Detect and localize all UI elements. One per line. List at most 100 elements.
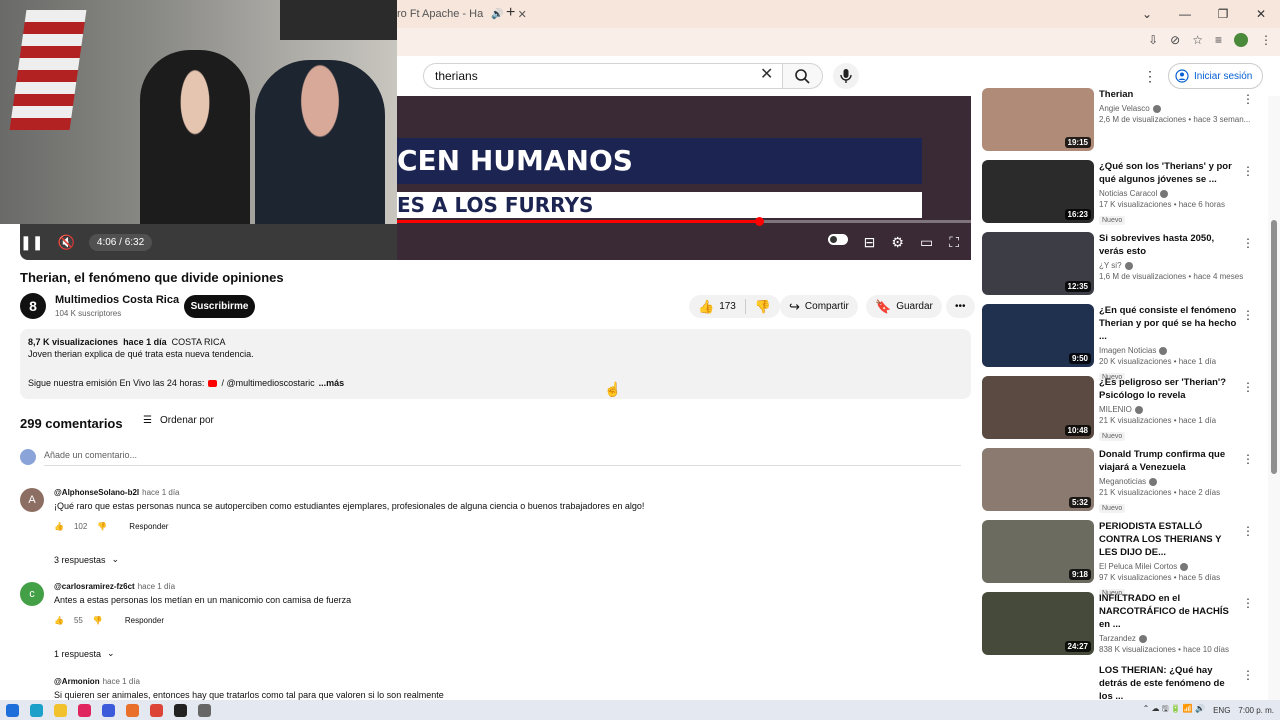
signin-button[interactable]: Iniciar sesión (1168, 63, 1264, 89)
share-button[interactable]: ↪ Compartir (780, 295, 858, 318)
clock[interactable]: 7:00 p. m. (1238, 706, 1274, 715)
more-actions-button[interactable]: ••• (946, 295, 975, 318)
related-video-item[interactable]: 24:27 INFILTRADO en el NARCOTRÁFICO de HA… (982, 592, 1258, 656)
video-options-icon[interactable]: ⋮ (1242, 380, 1254, 394)
tray-icons[interactable]: ⌃ ☁ 🖫 🔋 📶 🔊 (1143, 703, 1206, 717)
channel-name[interactable]: ¿Y si? (1099, 261, 1122, 270)
video-thumbnail[interactable]: 5:32 (982, 448, 1094, 511)
video-thumbnail[interactable]: 9:50 (982, 304, 1094, 367)
language-indicator[interactable]: ENG (1213, 706, 1230, 715)
subscribe-button[interactable]: Suscribirme (184, 295, 255, 318)
video-title[interactable]: Therian (1099, 88, 1239, 101)
browser-menu-icon[interactable]: ⋮ (1260, 33, 1272, 47)
extensions-icon[interactable]: ≡ (1215, 33, 1222, 47)
video-thumbnail[interactable]: 24:27 (982, 592, 1094, 655)
commenter-avatar[interactable]: c (20, 582, 44, 606)
speaker-icon[interactable]: 🔊 (491, 9, 503, 20)
video-player[interactable]: CEN HUMANOS ES A LOS FURRYS ⊟ ⚙ ▭ ⛶ (397, 96, 971, 260)
search-button[interactable] (783, 63, 823, 89)
description-box[interactable]: 8,7 K visualizaciones hace 1 día COSTA R… (20, 329, 971, 399)
channel-name[interactable]: Multimedios Costa Rica (55, 294, 179, 306)
video-options-icon[interactable]: ⋮ (1242, 524, 1254, 538)
video-title[interactable]: ¿En qué consiste el fenómeno Therian y p… (1099, 304, 1239, 343)
video-thumbnail[interactable]: 16:23 (982, 160, 1094, 223)
related-video-item[interactable]: 19:15 Therian Angie Velasco 2,6 M de visual… (982, 88, 1258, 152)
comment-dislike-icon[interactable]: 👎 (93, 616, 103, 625)
video-title[interactable]: INFILTRADO en el NARCOTRÁFICO de HACHÍS … (1099, 592, 1239, 631)
reply-button[interactable]: Responder (125, 616, 164, 625)
channel-name[interactable]: Angie Velasco (1099, 104, 1150, 113)
page-scrollbar[interactable] (1268, 96, 1280, 700)
channel-name[interactable]: Imagen Noticias (1099, 346, 1156, 355)
close-tab-icon[interactable]: ✕ (518, 8, 527, 21)
theater-mode-icon[interactable]: ▭ (920, 234, 933, 251)
file-explorer-icon[interactable] (54, 703, 67, 717)
app-red-icon[interactable] (78, 703, 91, 717)
edge-icon[interactable] (30, 703, 43, 717)
close-window-button[interactable]: ✕ (1242, 0, 1280, 28)
related-video-item[interactable]: 9:18 PERIODISTA ESTALLÓ CONTRA LOS THERIA… (982, 520, 1258, 598)
tracking-icon[interactable]: ⊘ (1170, 33, 1180, 47)
new-tab-button[interactable]: + (506, 4, 515, 22)
dislike-button[interactable]: 👎 (746, 300, 780, 313)
view-replies-button[interactable]: 1 respuesta ⌄ (54, 648, 115, 659)
channel-name[interactable]: MILENIO (1099, 405, 1132, 414)
channel-name[interactable]: Tarzandez (1099, 634, 1136, 643)
save-button[interactable]: 🔖 Guardar (866, 295, 942, 318)
obs-icon[interactable] (174, 703, 187, 717)
search-input[interactable]: therians (423, 63, 783, 89)
related-video-item[interactable]: 10:48 ¿Es peligroso ser 'Therian'? Psicól… (982, 376, 1258, 441)
video-title[interactable]: Si sobrevives hasta 2050, verás esto (1099, 232, 1239, 258)
view-replies-button[interactable]: 3 respuestas ⌄ (54, 554, 119, 565)
channel-avatar[interactable]: 8 (20, 293, 46, 319)
settings-app-icon[interactable] (198, 703, 211, 717)
channel-name[interactable]: El Peluca Milei Cortos (1099, 562, 1177, 571)
bookmark-star-icon[interactable]: ☆ (1192, 33, 1203, 47)
video-title[interactable]: ¿Es peligroso ser 'Therian'? Psicólogo l… (1099, 376, 1239, 402)
video-options-icon[interactable]: ⋮ (1242, 236, 1254, 250)
video-title[interactable]: PERIODISTA ESTALLÓ CONTRA LOS THERIANS Y… (1099, 520, 1239, 559)
settings-menu-icon[interactable]: ⋮ (1143, 68, 1157, 85)
progress-bar[interactable] (397, 217, 971, 226)
install-icon[interactable]: ⇩ (1148, 33, 1158, 47)
clear-search-icon[interactable]: ✕ (760, 67, 773, 83)
video-title[interactable]: LOS THERIAN: ¿Qué hay detrás de este fen… (1099, 664, 1239, 703)
show-more-button[interactable]: ...más (319, 378, 345, 388)
video-options-icon[interactable]: ⋮ (1242, 164, 1254, 178)
video-thumbnail[interactable]: 10:48 (982, 376, 1094, 439)
maximize-button[interactable]: ❐ (1204, 0, 1242, 28)
video-title[interactable]: Donald Trump confirma que viajará a Vene… (1099, 448, 1239, 474)
commenter-handle[interactable]: @AlphonseSolano-b2l (54, 488, 139, 497)
video-thumbnail[interactable]: 12:35 (982, 232, 1094, 295)
settings-gear-icon[interactable]: ⚙ (891, 234, 904, 251)
comment-like-icon[interactable]: 👍 (54, 522, 64, 531)
related-video-item[interactable]: 9:50 ¿En qué consiste el fenómeno Therian… (982, 304, 1258, 382)
sort-button[interactable]: ☰ Ordenar por (143, 415, 214, 426)
subtitles-icon[interactable]: ⊟ (864, 234, 876, 251)
channel-name[interactable]: Meganoticias (1099, 477, 1146, 486)
add-comment-input[interactable]: Añade un comentario... (44, 450, 137, 460)
fullscreen-icon[interactable]: ⛶ (949, 234, 959, 251)
start-menu-icon[interactable] (6, 703, 19, 717)
video-options-icon[interactable]: ⋮ (1242, 668, 1254, 682)
comment-dislike-icon[interactable]: 👎 (97, 522, 107, 531)
related-video-item[interactable]: 16:23 ¿Qué son los 'Therians' y por qué a… (982, 160, 1258, 225)
mute-icon[interactable]: 🔇 (57, 234, 74, 251)
voice-search-button[interactable] (833, 63, 859, 89)
scrubber-handle[interactable] (754, 217, 764, 226)
chrome-icon[interactable] (150, 703, 163, 717)
video-title[interactable]: ¿Qué son los 'Therians' y por qué alguno… (1099, 160, 1239, 186)
commenter-handle[interactable]: @carlosramirez-fz6ct (54, 582, 135, 591)
tab-search-icon[interactable]: ⌄ (1128, 0, 1166, 28)
video-options-icon[interactable]: ⋮ (1242, 308, 1254, 322)
related-video-item[interactable]: 12:35 Si sobrevives hasta 2050, verás est… (982, 232, 1258, 296)
app-blue-icon[interactable] (102, 703, 115, 717)
comment-like-icon[interactable]: 👍 (54, 616, 64, 625)
minimize-button[interactable]: — (1166, 0, 1204, 28)
profile-avatar[interactable] (1234, 33, 1248, 47)
like-button[interactable]: 👍 173 (689, 300, 745, 313)
related-video-item[interactable]: 5:32 Donald Trump confirma que viajará a … (982, 448, 1258, 513)
hashtag-link[interactable]: COSTA RICA (172, 337, 226, 347)
video-options-icon[interactable]: ⋮ (1242, 92, 1254, 106)
channel-link[interactable]: / @multimedioscostaric (221, 378, 314, 388)
